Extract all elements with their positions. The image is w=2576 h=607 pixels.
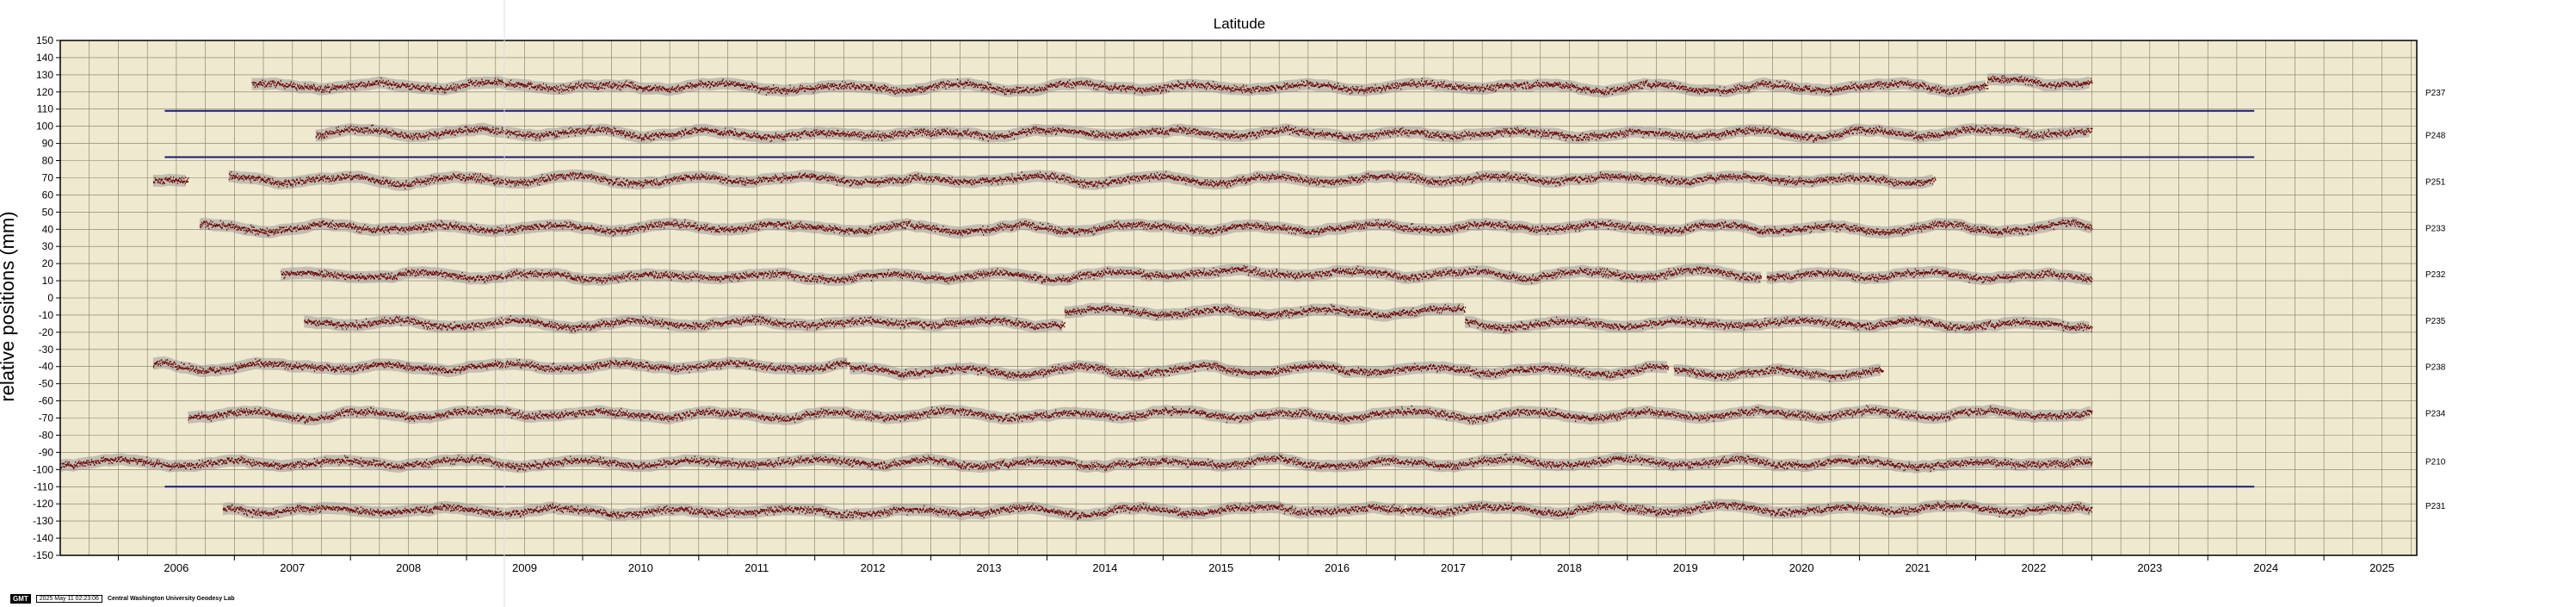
station-label-P251: P251 xyxy=(2425,177,2446,187)
station-label-P234: P234 xyxy=(2425,410,2446,419)
y-tick-label: 120 xyxy=(36,86,53,98)
station-labels: P237 P248 P251 P233 P232 P235 P238 P234 P210 P231 xyxy=(2425,89,2446,511)
x-tick-label: 2021 xyxy=(1906,561,1930,574)
y-tick-label: 90 xyxy=(42,138,54,150)
y-tick-label: 50 xyxy=(42,206,54,218)
y-tick-label: 0 xyxy=(47,292,53,304)
x-tick-label: 2016 xyxy=(1325,561,1350,574)
y-tick-label: -120 xyxy=(33,498,53,510)
x-tick-label: 2007 xyxy=(280,561,305,574)
x-tick-label: 2008 xyxy=(396,561,421,574)
y-tick-label: -70 xyxy=(39,412,54,424)
x-tick-label: 2023 xyxy=(2137,561,2162,574)
x-tick-label: 2019 xyxy=(1673,561,1698,574)
x-tick-label: 2025 xyxy=(2369,561,2394,574)
x-tick-label: 2018 xyxy=(1557,561,1582,574)
y-tick-label: -40 xyxy=(39,361,54,373)
y-axis-label: relative positions (mm) xyxy=(0,211,18,401)
y-tick-label: -20 xyxy=(39,326,54,338)
x-tick-label: 2014 xyxy=(1092,561,1117,574)
station-label-P237: P237 xyxy=(2425,89,2446,98)
latitude-chart: Latitude relative positions (mm) 150 140 1… xyxy=(0,0,2446,607)
footer: GMT 2025 May 11 02:23:06 Central Washing… xyxy=(10,593,234,604)
y-tick-label: 110 xyxy=(37,103,53,115)
y-tick-label: -80 xyxy=(39,429,54,441)
x-tick-label: 2010 xyxy=(628,561,653,574)
station-label-P231: P231 xyxy=(2425,502,2446,511)
y-tick-label: 60 xyxy=(42,189,54,201)
y-tick-label: -90 xyxy=(39,446,54,458)
x-tick-label: 2009 xyxy=(512,561,537,574)
station-label-P235: P235 xyxy=(2425,317,2446,326)
y-tick-label: 80 xyxy=(42,155,54,167)
station-label-P238: P238 xyxy=(2425,363,2446,373)
y-tick-label: -130 xyxy=(33,515,53,527)
y-tick-label: -30 xyxy=(39,344,54,356)
chart-title: Latitude xyxy=(1214,15,1266,32)
y-tick-label: 140 xyxy=(36,52,53,64)
station-label-P248: P248 xyxy=(2425,132,2446,141)
x-tick-label: 2006 xyxy=(164,561,188,574)
y-tick-label: -110 xyxy=(34,480,53,492)
gmt-logo: GMT xyxy=(10,593,31,604)
y-tick-label: 40 xyxy=(42,223,54,235)
y-tick-label: 150 xyxy=(36,34,53,46)
station-label-P232: P232 xyxy=(2425,270,2446,280)
y-tick-label: -100 xyxy=(33,463,53,475)
x-tick-label: 2013 xyxy=(977,561,1002,574)
x-tick-label: 2012 xyxy=(861,561,886,574)
y-tick-label: 100 xyxy=(36,121,53,133)
y-tick-label: -140 xyxy=(33,532,53,544)
y-tick-label: -60 xyxy=(39,395,54,407)
y-tick-label: -150 xyxy=(33,549,53,561)
x-tick-label: 2022 xyxy=(2021,561,2046,574)
x-tick-label: 2020 xyxy=(1789,561,1814,574)
y-tick-label: -50 xyxy=(39,378,54,390)
y-axis-ticks: 1501401301201101009080706050403020100-10… xyxy=(33,34,60,561)
y-tick-label: 10 xyxy=(42,275,54,287)
y-tick-label: -10 xyxy=(39,309,54,321)
lab-credit: Central Washington University Geodesy La… xyxy=(107,595,235,602)
x-axis-ticks: 2006 2007 2008 2009 2010 2011 2012 2013 2014 2015… xyxy=(117,555,2394,574)
station-label-P233: P233 xyxy=(2425,224,2446,233)
x-tick-label: 2017 xyxy=(1441,561,1466,574)
timestamp: 2025 May 11 02:23:06 xyxy=(35,594,102,603)
y-tick-label: 30 xyxy=(42,240,54,252)
y-tick-label: 20 xyxy=(42,257,54,269)
x-tick-label: 2011 xyxy=(744,561,769,574)
x-tick-label: 2024 xyxy=(2253,561,2278,574)
x-tick-label: 2015 xyxy=(1208,561,1233,574)
y-tick-label: 130 xyxy=(36,69,53,81)
station-label-P210: P210 xyxy=(2425,457,2446,467)
y-tick-label: 70 xyxy=(42,171,54,183)
